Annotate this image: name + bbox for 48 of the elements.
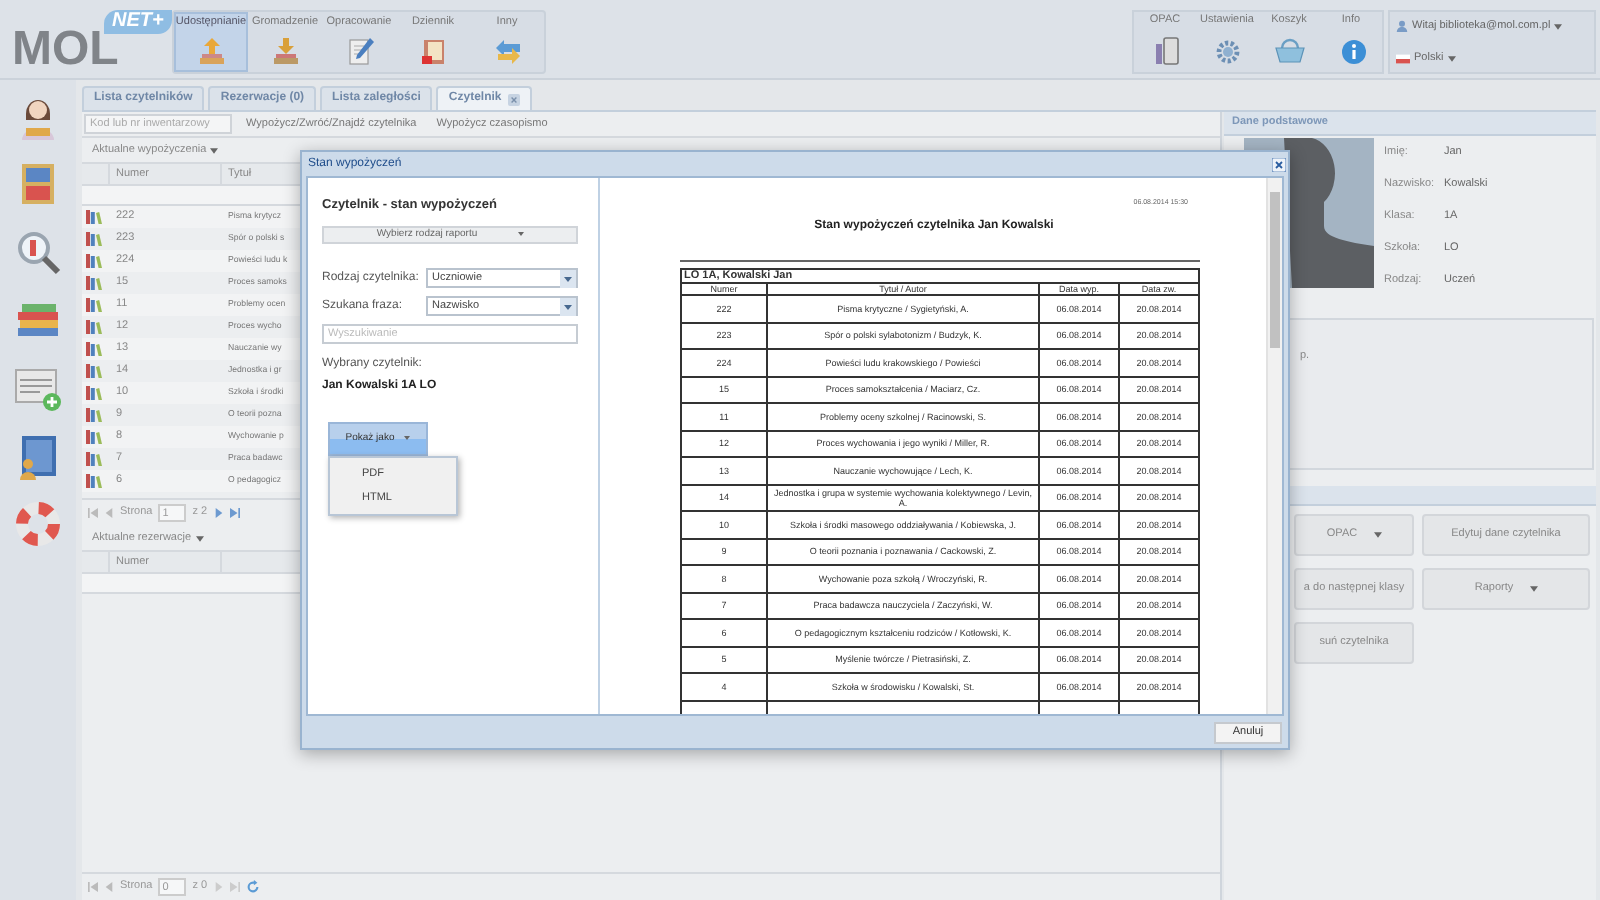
books-icon [86,232,102,246]
form-add-icon[interactable] [14,364,62,412]
caret-icon [1529,586,1538,592]
caret-icon [1447,55,1456,62]
books-icon [86,254,102,268]
download-icon [269,36,301,68]
arrows-icon [491,36,523,68]
first-page-icon[interactable] [88,882,98,892]
next-page-icon[interactable] [213,508,224,518]
flag-icon [1396,53,1410,64]
caret-icon [195,535,204,541]
books-icon [86,210,102,224]
next-page-icon[interactable] [213,882,224,892]
caret-icon [1554,23,1563,30]
caret-icon [560,269,576,288]
prev-page-icon[interactable] [104,508,114,518]
refresh-icon[interactable] [245,880,260,894]
books-icon [86,276,102,290]
books-icon [86,386,102,400]
books-icon [86,364,102,378]
caret-icon [560,297,576,316]
caret-icon [210,147,219,153]
prev-page-icon[interactable] [104,882,114,892]
caret-icon [517,232,524,237]
upload-icon [195,36,227,68]
first-page-icon[interactable] [88,508,98,518]
last-page-icon[interactable] [229,882,240,892]
books-icon [86,430,102,444]
books-icon [86,320,102,334]
books-icon [86,452,102,466]
books-icon [86,342,102,356]
basket-icon [1273,34,1305,66]
magnifier-icon[interactable] [14,228,62,276]
journal-icon [417,36,449,68]
books-icon [86,474,102,488]
logo-badge: NET+ [104,10,172,34]
close-icon[interactable] [507,93,520,105]
close-button[interactable] [1272,157,1286,171]
scrollbar[interactable] [1266,178,1282,714]
books-icon [86,408,102,422]
person-icon [1396,20,1408,33]
lifebuoy-icon[interactable] [14,500,62,548]
caret-icon [404,436,411,441]
last-page-icon[interactable] [229,508,240,518]
books-icon [86,298,102,312]
caret-icon [1373,532,1382,538]
pencil-icon [343,36,375,68]
book-person-icon[interactable] [14,432,62,480]
